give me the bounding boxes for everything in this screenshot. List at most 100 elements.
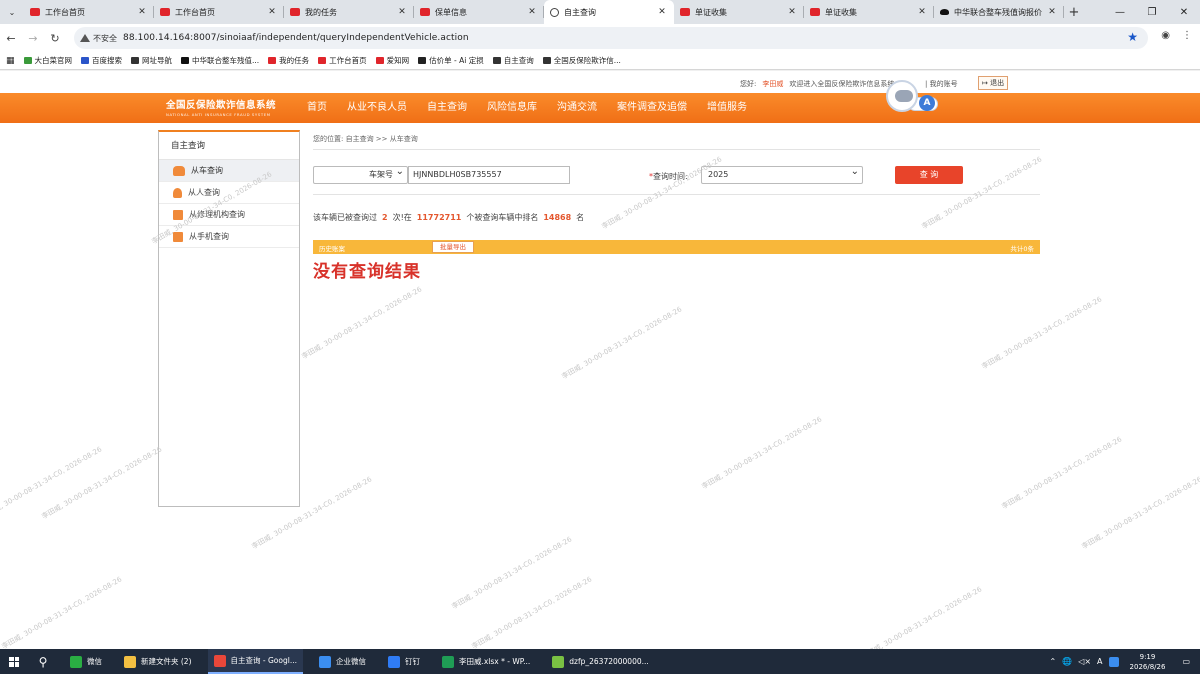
back-icon[interactable]: ← bbox=[0, 32, 22, 45]
bookmark-icon bbox=[492, 57, 501, 64]
app-icon bbox=[552, 655, 565, 668]
taskbar-app-label: 企业微信 bbox=[335, 657, 366, 666]
security-indicator[interactable]: 不安全 bbox=[80, 33, 117, 44]
omnibox[interactable]: 不安全 88.100.14.164:8007/sinoiaaf/independ… bbox=[74, 27, 1148, 49]
bookmark-label: 估价单 - Ai 定损 bbox=[429, 56, 484, 65]
nav-item[interactable]: 从业不良人员 bbox=[337, 93, 417, 123]
vin-input[interactable]: HJNNBDLH0SB735557 bbox=[408, 166, 570, 184]
welcome-text: 您好: 李田威 欢迎进入全国反保险欺诈信息系统 bbox=[740, 79, 894, 89]
nav-item[interactable]: 案件调查及追偿 bbox=[607, 93, 697, 123]
sidebar-item[interactable]: 从修理机构查询 bbox=[159, 204, 299, 226]
taskbar-app[interactable]: 钉钉 bbox=[382, 649, 426, 674]
clock[interactable]: 9:19 2026/8/26 bbox=[1130, 652, 1166, 672]
browser-tab[interactable]: 工作台首页 ✕ bbox=[154, 0, 284, 24]
minimize-icon[interactable]: — bbox=[1104, 0, 1136, 24]
tab-title: 自主查询 bbox=[564, 7, 596, 17]
watermark-text: 李田威, 30-00-08-31-34-C0, 2026-08-26 bbox=[450, 535, 574, 611]
app-icon bbox=[387, 655, 400, 668]
close-tab-icon[interactable]: ✕ bbox=[526, 7, 538, 17]
security-label: 不安全 bbox=[93, 33, 117, 43]
app-tray-icon[interactable] bbox=[1108, 656, 1119, 667]
nav-item[interactable]: 首页 bbox=[297, 93, 337, 123]
forward-icon[interactable]: → bbox=[22, 32, 44, 45]
taskbar-app[interactable]: 李田威.xlsx * - WP... bbox=[436, 649, 536, 674]
volume-icon[interactable]: ◁× bbox=[1078, 657, 1091, 666]
notification-icon[interactable]: ▭ bbox=[1182, 657, 1190, 666]
nav-item[interactable]: 增值服务 bbox=[697, 93, 757, 123]
bookmark-item[interactable]: 网址导航 bbox=[131, 55, 172, 66]
browser-tab[interactable]: 保单信息 ✕ bbox=[414, 0, 544, 24]
taskbar-app[interactable]: 新建文件夹 (2) bbox=[118, 649, 198, 674]
picc-icon bbox=[810, 8, 820, 16]
sidebar-item[interactable]: 从人查询 bbox=[159, 182, 299, 204]
close-tab-icon[interactable]: ✕ bbox=[786, 7, 798, 17]
new-tab-button[interactable]: + bbox=[1064, 5, 1084, 20]
taskbar-app[interactable]: 自主查询 - Googl... bbox=[207, 649, 303, 674]
browser-tab[interactable]: 工作台首页 ✕ bbox=[24, 0, 154, 24]
query-button[interactable]: 查 询 bbox=[895, 166, 963, 184]
browser-tab[interactable]: 自主查询 ✕ bbox=[544, 0, 674, 24]
sidebar-item-label: 从人查询 bbox=[188, 188, 220, 197]
bookmark-star-icon[interactable]: ★ bbox=[1127, 30, 1138, 44]
logout-button[interactable]: ↦ 退出 bbox=[978, 76, 1009, 90]
bookmark-item[interactable]: 估价单 - Ai 定损 bbox=[418, 55, 484, 66]
assistant-bot-widget[interactable]: A bbox=[886, 80, 938, 114]
browser-tab[interactable]: 中华联合整车残值询报价 ✕ bbox=[934, 0, 1064, 24]
bookmark-item[interactable]: 全国反保险欺诈信... bbox=[542, 55, 621, 66]
bookmark-icon bbox=[81, 57, 90, 64]
bookmark-icon bbox=[418, 57, 427, 64]
sidebar-item[interactable]: 从手机查询 bbox=[159, 226, 299, 248]
bookmark-item[interactable]: 中华联合整车残值... bbox=[181, 55, 259, 66]
bookmark-item[interactable]: 我的任务 bbox=[268, 55, 309, 66]
site-logo[interactable]: 全国反保险欺诈信息系统 NATIONAL ANTI INSURANCE FRAU… bbox=[166, 97, 276, 117]
network-icon[interactable]: 🌐 bbox=[1062, 657, 1072, 666]
close-tab-icon[interactable]: ✕ bbox=[916, 7, 928, 17]
batch-export-button[interactable]: 批量导出 bbox=[432, 241, 474, 253]
bookmark-item[interactable]: 百度搜索 bbox=[81, 55, 122, 66]
restore-icon[interactable]: ❐ bbox=[1136, 0, 1168, 24]
taskbar-app[interactable]: 微信 bbox=[64, 649, 108, 674]
search-type-select[interactable]: 车架号 bbox=[313, 164, 408, 184]
user-name[interactable]: 李田威 bbox=[762, 80, 783, 88]
bookmark-item[interactable]: 爱知网 bbox=[375, 55, 409, 66]
profile-icon[interactable]: ◉ bbox=[1161, 30, 1170, 41]
search-icon[interactable]: ⚲ bbox=[28, 655, 58, 669]
taskbar-app[interactable]: dzfp_26372000000... bbox=[546, 649, 655, 674]
taskbar-app[interactable]: 企业微信 bbox=[313, 649, 372, 674]
close-tab-icon[interactable]: ✕ bbox=[656, 7, 668, 17]
divider bbox=[313, 194, 1040, 195]
nav-item[interactable]: 风险信息库 bbox=[477, 93, 547, 123]
nav-item[interactable]: 自主查询 bbox=[417, 93, 477, 123]
chevron-up-icon[interactable]: ⌃ bbox=[1050, 657, 1057, 666]
close-window-icon[interactable]: ✕ bbox=[1168, 0, 1200, 24]
tab-search-chevron-icon[interactable]: ⌄ bbox=[0, 0, 24, 24]
bookmark-item[interactable]: 工作台首页 bbox=[318, 55, 367, 66]
picc-icon bbox=[680, 8, 690, 16]
browser-tab[interactable]: 单证收集 ✕ bbox=[674, 0, 804, 24]
url-text[interactable]: 88.100.14.164:8007/sinoiaaf/independent/… bbox=[123, 33, 469, 43]
watermark-text: 李田威, 30-00-08-31-34-C0, 2026-08-26 bbox=[300, 285, 424, 361]
query-year-select[interactable]: 2025 bbox=[701, 164, 863, 184]
browser-tab[interactable]: 我的任务 ✕ bbox=[284, 0, 414, 24]
nav-item[interactable]: 沟通交流 bbox=[547, 93, 607, 123]
close-tab-icon[interactable]: ✕ bbox=[1046, 7, 1058, 17]
sidebar-item[interactable]: 从车查询 bbox=[159, 160, 299, 182]
window-controls: — ❐ ✕ bbox=[1104, 0, 1200, 24]
reload-icon[interactable]: ↻ bbox=[44, 32, 66, 45]
more-menu-icon[interactable]: ⋮ bbox=[1182, 30, 1192, 41]
close-tab-icon[interactable]: ✕ bbox=[266, 7, 278, 17]
app-icon bbox=[213, 654, 226, 667]
ime-indicator[interactable]: A bbox=[1097, 657, 1102, 666]
browser-tab[interactable]: 单证收集 ✕ bbox=[804, 0, 934, 24]
bookmark-item[interactable]: 自主查询 bbox=[492, 55, 534, 66]
start-button[interactable] bbox=[0, 649, 28, 674]
bookmark-item[interactable]: 大白菜官网 bbox=[23, 55, 72, 66]
watermark-text: 李田威, 30-00-08-31-34-C0, 2026-08-26 bbox=[560, 305, 684, 381]
close-tab-icon[interactable]: ✕ bbox=[396, 7, 408, 17]
phone-icon bbox=[173, 231, 183, 242]
picc-icon bbox=[420, 8, 430, 16]
apps-grid-icon[interactable]: ▦ bbox=[6, 56, 15, 66]
close-tab-icon[interactable]: ✕ bbox=[136, 7, 148, 17]
no-result-message: 没有查询结果 bbox=[313, 262, 421, 282]
repair-shop-icon bbox=[173, 209, 183, 220]
